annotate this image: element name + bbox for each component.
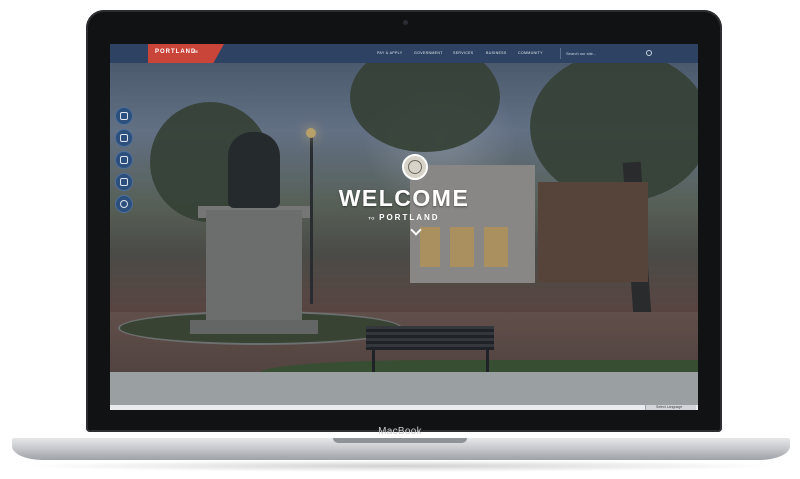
hero-overlay — [110, 44, 698, 410]
nav-item-business[interactable]: BUSINESS — [486, 51, 507, 55]
top-navbar: PORTLAND ME PAY & APPLY GOVERNMENT SERVI… — [110, 44, 698, 63]
calendar-icon — [120, 134, 128, 142]
mail-icon — [120, 156, 128, 164]
laptop-mockup: PORTLAND ME PAY & APPLY GOVERNMENT SERVI… — [0, 0, 800, 479]
side-button-mail[interactable] — [115, 151, 133, 169]
website-screen: PORTLAND ME PAY & APPLY GOVERNMENT SERVI… — [110, 44, 698, 410]
welcome-subtitle: TO PORTLAND — [110, 213, 698, 222]
logo-text[interactable]: PORTLAND — [155, 49, 196, 55]
camera-dot — [403, 20, 408, 25]
city-seal-inner — [408, 160, 422, 174]
welcome-headline: WELCOME — [338, 185, 470, 211]
side-button-calendar[interactable] — [115, 129, 133, 147]
nav-item-government[interactable]: GOVERNMENT — [414, 51, 443, 55]
chat-icon — [120, 112, 128, 120]
device-brand-label: MacBook — [378, 426, 422, 437]
search-icon[interactable] — [646, 50, 652, 56]
side-button-chat[interactable] — [115, 107, 133, 125]
content-band — [110, 372, 698, 405]
logo-state: ME — [193, 50, 199, 54]
subtitle-prefix: TO — [368, 215, 375, 221]
laptop-shadow — [20, 460, 780, 472]
language-label[interactable]: Select Language — [656, 405, 682, 410]
nav-item-services[interactable]: SERVICES — [453, 51, 474, 55]
laptop-notch — [333, 438, 467, 443]
nav-item-community[interactable]: COMMUNITY — [518, 51, 543, 55]
search-placeholder[interactable]: Search our site... — [566, 51, 596, 56]
nav-item-pay-apply[interactable]: PAY & APPLY — [377, 51, 402, 55]
subtitle-text: PORTLAND — [379, 213, 440, 222]
footer-strip — [110, 405, 698, 410]
